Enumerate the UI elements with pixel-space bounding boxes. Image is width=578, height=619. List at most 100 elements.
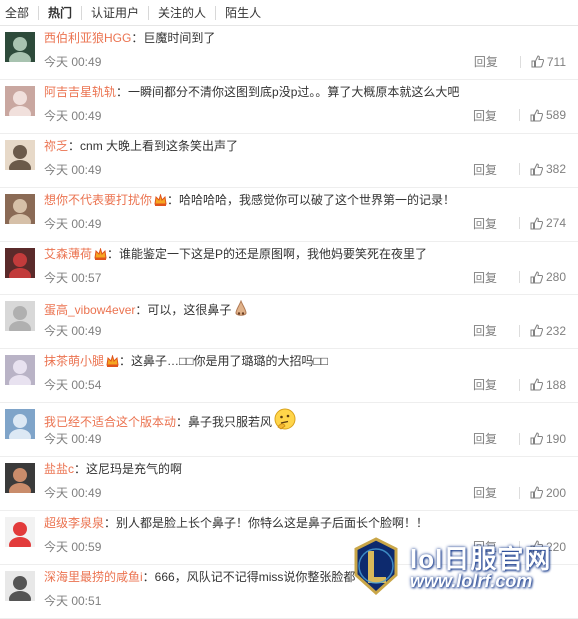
action-divider — [518, 324, 520, 337]
comment-text: ：一瞬间都分不清你这图到底p没p过。。算了大概原本就这么大吧 — [116, 84, 460, 99]
comment-text: ：谁能鉴定一下这是P的还是原图啊，我他妈要笑死在夜里了 — [107, 246, 428, 261]
comment-timestamp: 今天 00:59 — [44, 540, 102, 555]
tab-all[interactable]: 全部 — [5, 6, 38, 20]
avatar[interactable] — [5, 463, 35, 494]
tab-verified[interactable]: 认证用户 — [81, 5, 148, 20]
username-link[interactable]: 阿吉吉星轨轨 — [44, 85, 116, 99]
reply-button[interactable]: 回复 — [473, 215, 497, 232]
avatar-image — [5, 85, 35, 116]
avatar-image — [5, 32, 35, 62]
like-count: 280 — [545, 270, 566, 285]
avatar[interactable] — [5, 139, 35, 170]
comment-content: 抹茶萌小腿 ：这鼻子…□□你是用了璐璐的大招吗□□ — [44, 354, 564, 368]
tab-following[interactable]: 关注的人 — [148, 5, 215, 20]
username-link[interactable]: 深海里最捞的咸鱼i — [44, 570, 143, 584]
avatar[interactable] — [5, 409, 35, 440]
avatar[interactable] — [5, 301, 35, 332]
username-link[interactable]: 西伯利亚狼HGG — [44, 31, 131, 45]
avatar[interactable] — [5, 193, 35, 224]
lol-logo-icon — [354, 537, 398, 595]
avatar-image — [5, 463, 35, 494]
reply-button[interactable]: 回复 — [474, 53, 498, 70]
username-link[interactable]: 抹茶萌小腿 — [44, 354, 104, 368]
comment-text: ：鼻子我只服若风 — [176, 415, 273, 430]
comment-actions: 回复 200 — [473, 484, 566, 501]
comment-timestamp: 今天 00:49 — [44, 432, 102, 447]
action-divider — [519, 55, 521, 68]
comment-content: 阿吉吉星轨轨：一瞬间都分不清你这图到底p没p过。。算了大概原本就这么大吧 — [44, 85, 564, 99]
avatar-image — [5, 517, 35, 548]
comment-text: ：别人都是脸上长个鼻子！你特么这是鼻子后面长个脸啊！！ — [104, 516, 429, 531]
username-link[interactable]: 蛋高_vibow4ever — [44, 303, 135, 317]
like-count: 382 — [545, 162, 566, 177]
avatar-image — [5, 139, 35, 170]
avatar[interactable] — [5, 32, 35, 62]
comment-content: 想你不代表要打扰你 ：哈哈哈哈，我感觉你可以破了这个世界第一的记录！ — [44, 193, 564, 207]
action-divider — [518, 217, 520, 230]
username-link[interactable]: 盐盐c — [44, 462, 74, 476]
username-link[interactable]: 超级李泉泉 — [44, 516, 104, 530]
reply-button[interactable]: 回复 — [473, 107, 497, 124]
thumbs-up-icon — [530, 378, 543, 391]
comment-content: 盐盐c：这尼玛是充气的啊 — [44, 462, 564, 476]
like-button[interactable]: 280 — [530, 270, 566, 284]
tab-strangers[interactable]: 陌生人 — [215, 5, 270, 20]
reply-button[interactable]: 回复 — [473, 430, 497, 447]
comment-row: 祢乏：cnm 大晚上看到这条笑出声了 今天 00:49 回复 382 — [0, 134, 578, 188]
username-link[interactable]: 艾森薄荷 — [44, 247, 92, 261]
like-button[interactable]: 589 — [530, 108, 566, 122]
comment-timestamp: 今天 00:49 — [44, 216, 102, 231]
avatar-image — [5, 193, 35, 224]
comment-row: 我已经不适合这个版本动：鼻子我只服若风今天 00:49 回复 190 — [0, 403, 578, 458]
like-button[interactable]: 274 — [530, 216, 566, 230]
thinking-emoji — [274, 408, 296, 430]
comment-actions: 回复 232 — [473, 322, 566, 339]
comment-text: ：666，风队记不记得miss说你整张脸都 — [142, 569, 356, 584]
action-divider — [518, 378, 520, 391]
like-button[interactable]: 200 — [530, 486, 566, 500]
avatar[interactable] — [5, 570, 35, 601]
username-link[interactable]: 我已经不适合这个版本动 — [44, 415, 176, 429]
reply-button[interactable]: 回复 — [473, 322, 497, 339]
tab-hot[interactable]: 热门 — [38, 5, 81, 20]
like-count: 232 — [545, 323, 566, 338]
reply-button[interactable]: 回复 — [473, 269, 497, 286]
action-divider — [518, 109, 520, 122]
comment-content: 艾森薄荷 ：谁能鉴定一下这是P的还是原图啊，我他妈要笑死在夜里了 — [44, 247, 564, 261]
comment-timestamp: 今天 00:54 — [44, 378, 102, 393]
comment-content: 西伯利亚狼HGG：巨魔时间到了 — [44, 31, 564, 45]
vip-crown-icon — [154, 193, 167, 206]
username-link[interactable]: 祢乏 — [44, 139, 68, 153]
comment-timestamp: 今天 00:51 — [44, 593, 102, 608]
avatar[interactable] — [5, 517, 35, 548]
reply-button[interactable]: 回复 — [473, 161, 497, 178]
like-count: 188 — [545, 377, 566, 392]
like-button[interactable]: 190 — [530, 432, 566, 446]
avatar[interactable] — [5, 355, 35, 386]
thumbs-up-icon — [530, 432, 543, 445]
comment-row: 想你不代表要打扰你 ：哈哈哈哈，我感觉你可以破了这个世界第一的记录！ 今天 00:4… — [0, 188, 578, 242]
comment-timestamp: 今天 00:49 — [44, 55, 102, 69]
username-link[interactable]: 想你不代表要打扰你 — [44, 193, 152, 207]
comment-text: ：这鼻子…□□你是用了璐璐的大招吗□□ — [119, 354, 329, 369]
like-button[interactable]: 711 — [531, 55, 566, 69]
like-button[interactable]: 188 — [530, 378, 566, 392]
reply-button[interactable]: 回复 — [473, 484, 497, 501]
like-count: 200 — [545, 485, 566, 500]
nose-emoji — [235, 300, 247, 317]
comment-text: ：可以，这很鼻子 — [135, 303, 232, 318]
avatar[interactable] — [5, 247, 35, 278]
thumbs-up-icon — [531, 55, 544, 68]
comment-actions: 回复 280 — [473, 269, 566, 286]
reply-button[interactable]: 回复 — [473, 376, 497, 393]
comment-timestamp: 今天 00:49 — [44, 162, 102, 177]
comment-row: 抹茶萌小腿 ：这鼻子…□□你是用了璐璐的大招吗□□ 今天 00:54 回复 188 — [0, 349, 578, 404]
like-button[interactable]: 232 — [530, 324, 566, 338]
avatar[interactable] — [5, 85, 35, 116]
avatar-image — [5, 570, 35, 601]
like-button[interactable]: 382 — [530, 162, 566, 176]
comment-actions: 回复 274 — [473, 215, 566, 232]
comment-timestamp: 今天 00:49 — [44, 108, 102, 123]
comment-row: 西伯利亚狼HGG：巨魔时间到了 今天 00:49 回复 711 — [0, 26, 578, 80]
watermark-url: www.lolrf.com — [410, 571, 533, 591]
